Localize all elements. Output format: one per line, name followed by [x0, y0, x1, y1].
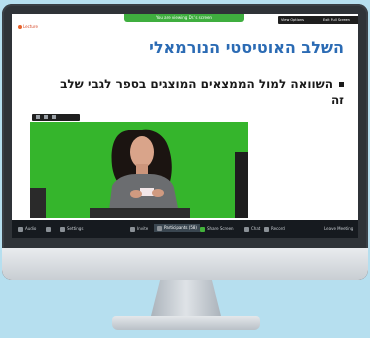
bullet-text: השוואה למול הממצאים המוצגים בספר לגבי של…: [60, 77, 344, 107]
view-options-button[interactable]: View Options: [278, 16, 322, 24]
record-button[interactable]: Record: [264, 226, 285, 232]
camera-icon: [46, 226, 51, 232]
monitor-chin: [2, 248, 368, 280]
logo-text: Lecture: [23, 24, 38, 29]
invite-button[interactable]: Invite: [130, 226, 148, 232]
fullscreen-icon[interactable]: [52, 115, 56, 119]
slide-bullet: השוואה למול הממצאים המוצגים בספר לגבי של…: [44, 76, 344, 108]
gear-icon: [60, 226, 65, 232]
logo-icon: [18, 25, 22, 29]
audio-label: Audio: [25, 226, 37, 231]
participants-icon: [157, 225, 162, 231]
video-button[interactable]: [46, 226, 53, 232]
speaker-video-frame: [30, 122, 248, 218]
audio-button[interactable]: Audio: [18, 226, 36, 232]
participants-label: Participants (58): [164, 225, 197, 230]
chat-label: Chat: [251, 226, 261, 231]
participants-button[interactable]: Participants (58): [154, 224, 200, 232]
invite-icon: [130, 226, 135, 232]
record-icon: [264, 226, 269, 232]
microphone-icon: [18, 226, 23, 232]
settings-button[interactable]: Settings: [60, 226, 83, 232]
leave-meeting-button[interactable]: Leave Meeting: [324, 226, 353, 231]
monitor-stand-neck: [150, 280, 222, 320]
share-screen-label: Share Screen: [207, 226, 234, 231]
minimize-icon[interactable]: [36, 115, 40, 119]
share-screen-icon: [200, 226, 205, 232]
screen-share-banner[interactable]: You are viewing Dr.'s screen: [124, 14, 244, 22]
leave-label: Leave Meeting: [324, 226, 354, 231]
chat-button[interactable]: Chat: [244, 226, 260, 232]
share-screen-button[interactable]: Share Screen: [200, 226, 234, 232]
meeting-taskbar: Audio Settings Invite Participants (58) …: [12, 220, 358, 238]
monitor-stand-base: [112, 316, 260, 330]
settings-label: Settings: [67, 226, 84, 231]
slide-title: השלב האוטיסטי הנורמאלי: [149, 38, 344, 57]
presentation-logo: Lecture: [18, 24, 38, 29]
invite-label: Invite: [137, 226, 149, 231]
pin-icon[interactable]: [44, 115, 48, 119]
chat-icon: [244, 226, 249, 232]
screen: You are viewing Dr.'s screen View Option…: [12, 14, 358, 238]
record-label: Record: [271, 226, 285, 231]
bullet-icon: [339, 82, 344, 87]
speaker-video[interactable]: [30, 122, 248, 218]
video-window-toolbar[interactable]: [32, 114, 80, 121]
exit-fullscreen-button[interactable]: Exit Full Screen: [320, 16, 358, 24]
